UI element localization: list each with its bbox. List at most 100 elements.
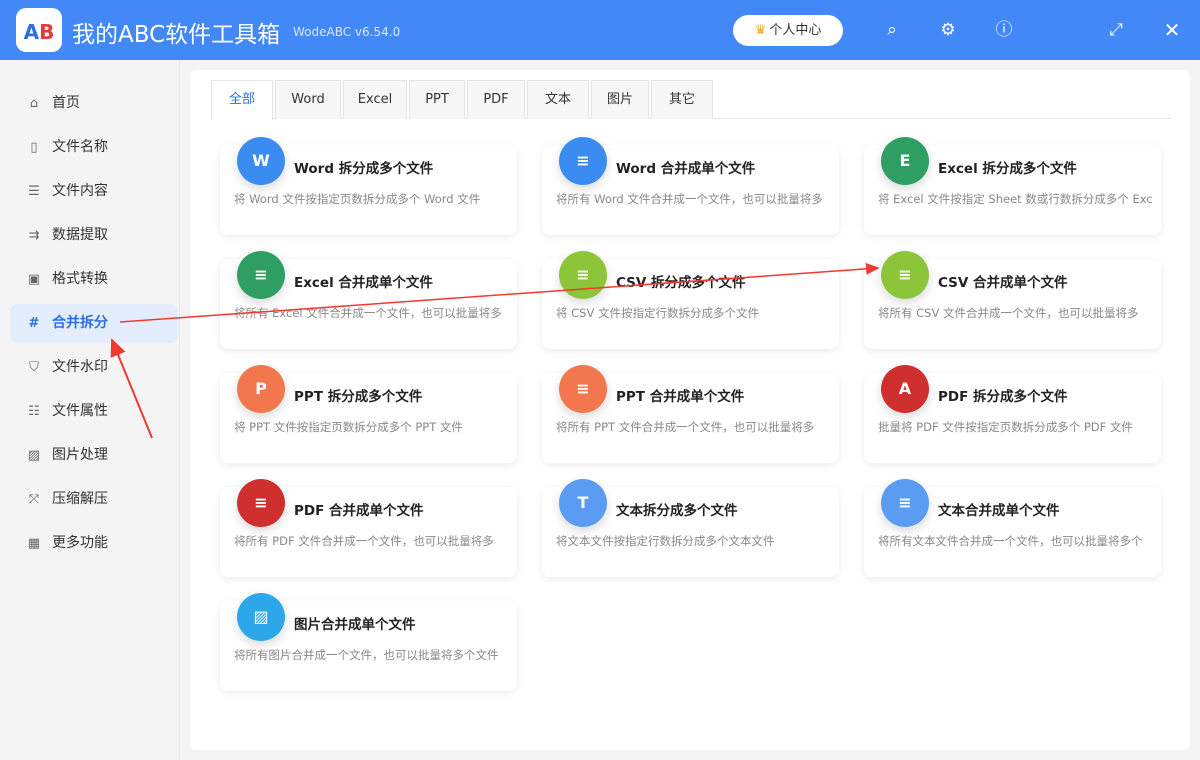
sidebar-item-label: 图片处理 [52,447,108,463]
tool-title: Excel 合并成单个文件 [294,275,433,291]
sidebar-item-label: 文件名称 [52,139,108,155]
sidebar-item-10[interactable]: ▦ 更多功能 [10,524,178,563]
tool-icon: T [559,479,607,527]
tool-card[interactable]: W Word 拆分成多个文件将 Word 文件按指定页数拆分成多个 Word 文件 [220,137,517,235]
tool-description: 将 CSV 文件按指定行数拆分成多个文件 [556,306,760,320]
compress-icon: ⤧ [28,492,40,507]
sidebar: ⌂ 首页 ▯ 文件名称 ☰ 文件内容 ⇉ 数据提取 ▣ 格式转换 # 合并拆分 ⛉ 文件水印 ☷ 文件属性 ▨ 图… [0,60,180,760]
sidebar-item-6[interactable]: ⛉ 文件水印 [10,348,178,387]
tool-icon: A [881,365,929,413]
app-version: WodeABC v6.54.0 [293,25,401,39]
tool-title: CSV 拆分成多个文件 [616,275,746,291]
maximize-icon[interactable]: ⤢ [1104,18,1128,42]
tool-icon: ≡ [237,251,285,299]
sidebar-item-5[interactable]: # 合并拆分 [10,304,178,343]
app-logo: AB [16,8,62,52]
tool-title: Excel 拆分成多个文件 [938,161,1077,177]
sidebar-item-1[interactable]: ▯ 文件名称 [10,128,178,167]
data-extract-icon: ⇉ [28,228,40,243]
gear-icon[interactable]: ⚙ [936,18,960,42]
tab-7[interactable]: 其它 [651,80,713,119]
app-title: 我的ABC软件工具箱 [72,22,281,48]
sidebar-item-3[interactable]: ⇉ 数据提取 [10,216,178,255]
tool-icon: ≡ [881,479,929,527]
tool-title: PDF 合并成单个文件 [294,503,424,519]
tool-icon: ▨ [237,593,285,641]
tool-description: 将 Excel 文件按指定 Sheet 数或行数拆分成多个 Exc [878,192,1153,206]
tool-title: PPT 拆分成多个文件 [294,389,423,405]
sidebar-item-label: 首页 [52,95,80,111]
tool-description: 将文本文件按指定行数拆分成多个文本文件 [556,534,775,548]
tool-description: 批量将 PDF 文件按指定页数拆分成多个 PDF 文件 [878,420,1133,434]
tool-card[interactable]: ≡ PPT 合并成单个文件将所有 PPT 文件合并成一个文件，也可以批量将多 [542,365,839,463]
tool-icon: ≡ [559,251,607,299]
main-panel: 全部 Word Excel PPT PDF 文本 图片 其它 W Word 拆分成多个文件将 W… [190,70,1190,750]
merge-split-icon: # [28,316,40,331]
help-icon[interactable]: ⓘ [992,18,1016,42]
tool-card[interactable]: ≡ CSV 合并成单个文件 将所有 CSV 文件合并成一个文件，也可以批量将多 [864,251,1161,349]
sidebar-item-7[interactable]: ☷ 文件属性 [10,392,178,431]
more-icon: ▦ [27,536,41,551]
tool-card[interactable]: A PDF 拆分成多个文件 批量将 PDF 文件按指定页数拆分成多个 PDF 文件 [864,365,1161,463]
tool-card[interactable]: ▨ 图片合并成单个文件将所有图片合并成一个文件，也可以批量将多个文件 [220,593,517,691]
sidebar-item-8[interactable]: ▨ 图片处理 [10,436,178,475]
tool-icon: ≡ [559,365,607,413]
tool-card[interactable]: E Excel 拆分成多个文件将 Excel 文件按指定 Sheet 数或行数拆分… [864,137,1161,235]
tool-card[interactable]: ≡ Word 合并成单个文件 将所有 Word 文件合并成一个文件，也可以批量将多 [542,137,839,235]
sidebar-item-label: 格式转换 [52,271,108,287]
title-bar: AB 我的ABC软件工具箱 WodeABC v6.54.0 ♛ 个人中心 ⌕ ⚙ … [0,0,1200,60]
tab-0[interactable]: 全部 [211,80,273,120]
user-center-button[interactable]: ♛ 个人中心 [733,15,843,46]
tool-icon: W [237,137,285,185]
category-tabs: 全部 Word Excel PPT PDF 文本 图片 其它 [211,80,1171,120]
tool-icon: E [881,137,929,185]
tool-description: 将 PPT 文件按指定页数拆分成多个 PPT 文件 [234,420,463,434]
tool-card[interactable]: ≡ CSV 拆分成多个文件将 CSV 文件按指定行数拆分成多个文件 [542,251,839,349]
sidebar-item-4[interactable]: ▣ 格式转换 [10,260,178,299]
sidebar-item-label: 数据提取 [52,227,108,243]
tab-2[interactable]: Excel [343,80,407,119]
tool-title: PPT 合并成单个文件 [616,389,745,405]
tool-card[interactable]: ≡ Excel 合并成单个文件将所有 Excel 文件合并成一个文件，也可以批量将… [220,251,517,349]
crown-icon: ♛ [754,23,767,38]
sidebar-item-9[interactable]: ⤧ 压缩解压 [10,480,178,519]
tool-title: 图片合并成单个文件 [294,617,416,633]
tool-card[interactable]: T 文本拆分成多个文件将文本文件按指定行数拆分成多个文本文件 [542,479,839,577]
sidebar-item-label: 文件属性 [52,403,108,419]
tool-card[interactable]: P PPT 拆分成多个文件将 PPT 文件按指定页数拆分成多个 PPT 文件 [220,365,517,463]
tab-4[interactable]: PDF [467,80,525,119]
sidebar-item-label: 合并拆分 [52,315,108,331]
tab-6[interactable]: 图片 [591,80,649,119]
watermark-shield-icon: ⛉ [29,360,39,375]
sidebar-item-label: 文件水印 [52,359,108,375]
tool-description: 将所有 CSV 文件合并成一个文件，也可以批量将多 [878,306,1139,320]
tab-5[interactable]: 文本 [527,80,589,119]
home-icon: ⌂ [29,96,39,111]
tool-icon: P [237,365,285,413]
tool-icon: ≡ [237,479,285,527]
tool-description: 将所有 Word 文件合并成一个文件，也可以批量将多 [556,192,823,206]
tool-card[interactable]: ≡ PDF 合并成单个文件 将所有 PDF 文件合并成一个文件，也可以批量将多 [220,479,517,577]
tool-title: 文本合并成单个文件 [938,503,1060,519]
tool-description: 将所有图片合并成一个文件，也可以批量将多个文件 [234,648,499,662]
tool-title: 文本拆分成多个文件 [616,503,738,519]
tool-description: 将所有 Excel 文件合并成一个文件，也可以批量将多 [234,306,502,320]
user-center-label: 个人中心 [769,23,822,38]
tab-1[interactable]: Word [275,80,341,119]
tab-3[interactable]: PPT [409,80,465,119]
tool-description: 将所有文本文件合并成一个文件，也可以批量将多个 [878,534,1143,548]
sidebar-item-label: 压缩解压 [52,491,108,507]
tool-title: Word 拆分成多个文件 [294,161,434,177]
file-content-icon: ☰ [28,184,40,199]
search-icon[interactable]: ⌕ [880,18,904,42]
format-convert-icon: ▣ [27,272,41,287]
close-icon[interactable]: ✕ [1160,18,1184,42]
sidebar-item-0[interactable]: ⌂ 首页 [10,84,178,123]
image-icon: ▨ [27,448,41,463]
tool-description: 将所有 PPT 文件合并成一个文件，也可以批量将多 [556,420,815,434]
sidebar-item-2[interactable]: ☰ 文件内容 [10,172,178,211]
tool-title: CSV 合并成单个文件 [938,275,1068,291]
sidebar-item-label: 文件内容 [52,183,108,199]
tool-card[interactable]: ≡ 文本合并成单个文件将所有文本文件合并成一个文件，也可以批量将多个 [864,479,1161,577]
tool-title: Word 合并成单个文件 [616,161,756,177]
